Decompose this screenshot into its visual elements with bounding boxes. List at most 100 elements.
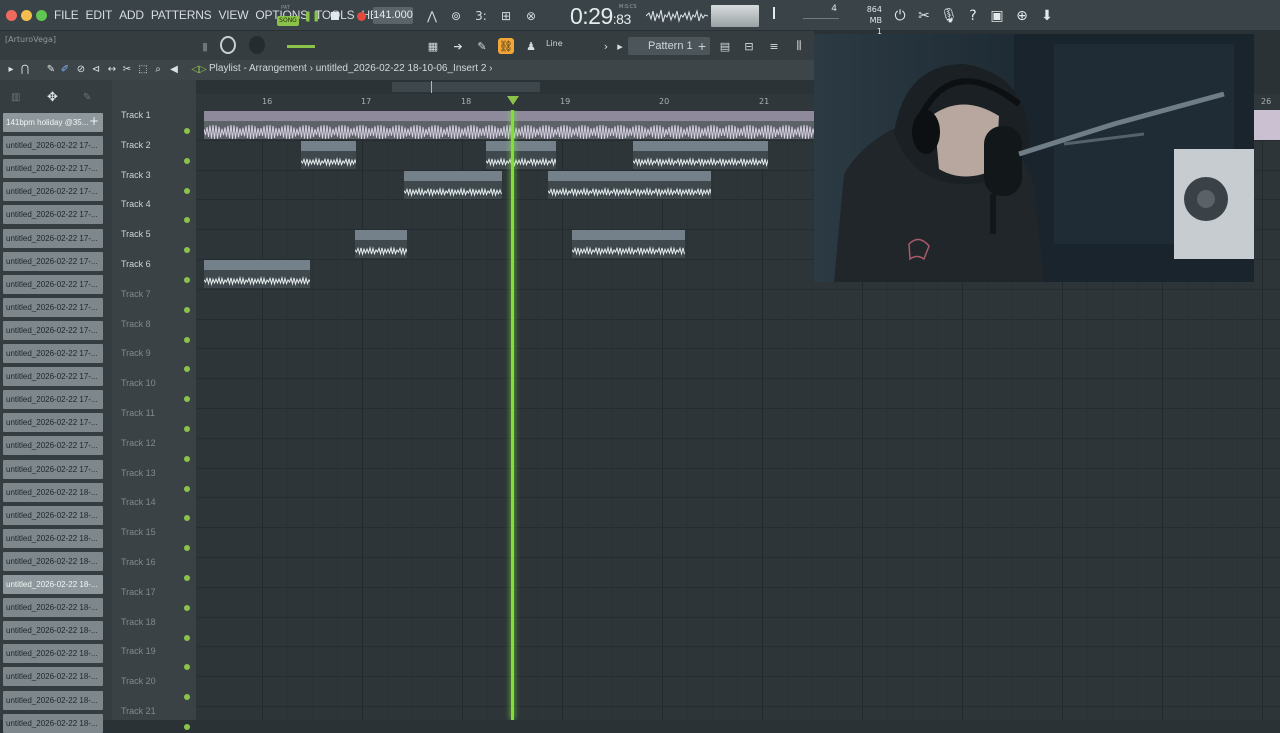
track-mute-led[interactable] (184, 545, 190, 552)
playlist-clip[interactable]: untitled_2026-02-22 18-10-06_Insert 2 (548, 171, 711, 199)
picker-item[interactable]: untitled_2026-02-22 18-... (3, 575, 103, 594)
stop-button[interactable] (325, 6, 345, 26)
mixer-button[interactable]: ≡ (766, 38, 782, 54)
track-mute-led[interactable] (184, 157, 190, 164)
track-label[interactable]: Track 1 (121, 110, 151, 120)
track-mute-led[interactable] (184, 128, 190, 134)
picker-item[interactable]: untitled_2026-02-22 18-... (3, 528, 103, 548)
playlist-clip[interactable]: untitled_2026-02-..8-14-03_Insert 2 (633, 141, 768, 169)
track-label[interactable]: Track 8 (121, 319, 151, 329)
playlist-button[interactable]: ▤ (717, 38, 733, 54)
track-mute-led[interactable] (184, 426, 190, 432)
help-button[interactable]: ? (963, 6, 983, 26)
picker-item[interactable]: untitled_2026-02-22 17-... (3, 159, 103, 179)
picker-item[interactable]: untitled_2026-02-22 17-... (3, 297, 103, 317)
blend-notes-button[interactable]: ⊗ (521, 6, 541, 26)
track-mute-led[interactable] (184, 217, 190, 224)
overview-strip[interactable] (196, 80, 814, 94)
playlist-clip[interactable]: untitled_2026-...7-51_Insert 2 (572, 230, 685, 258)
playlist-clip[interactable]: untitl..sert 2 (355, 230, 407, 258)
plugin-button[interactable]: ⊕ (1012, 6, 1032, 26)
picker-item[interactable]: 141bpm holiday @35... (3, 113, 103, 132)
picker-item[interactable]: untitled_2026-02-22 17-... (3, 136, 103, 156)
zoom-tool[interactable]: ⌕ (152, 63, 164, 76)
playlist-clip[interactable]: untitl...Insert 2 (486, 141, 556, 169)
picker-item[interactable]: untitled_2026-02-22 17-... (3, 274, 103, 294)
magnet-button[interactable]: ⋂ (19, 63, 31, 76)
menu-view[interactable]: VIEW (218, 8, 248, 22)
arrow-button[interactable]: ➔ (450, 38, 466, 54)
recovery-button[interactable]: ⏻ (890, 6, 910, 26)
track-mute-led[interactable] (184, 694, 190, 701)
picker-item[interactable]: untitled_2026-02-22 18-... (3, 667, 103, 687)
picker-item[interactable]: untitled_2026-02-22 18-... (3, 551, 103, 571)
track-label[interactable]: Track 15 (121, 527, 156, 537)
picker-item[interactable]: untitled_2026-02-22 18-... (3, 644, 103, 664)
close-window-button[interactable] (6, 10, 17, 21)
countdown-button[interactable]: 3: (471, 6, 491, 26)
picker-item[interactable]: untitled_2026-02-22 17-... (3, 459, 103, 479)
track-mute-led[interactable] (184, 724, 190, 730)
track-mute-led[interactable] (184, 247, 190, 254)
track-label[interactable]: Track 16 (121, 557, 156, 567)
wait-record-button[interactable]: ⊚ (446, 6, 466, 26)
track-label[interactable]: Track 9 (121, 348, 151, 358)
track-label[interactable]: Track 12 (121, 438, 156, 448)
draw-tool[interactable]: ✎ (45, 63, 57, 76)
overview-window[interactable] (392, 82, 540, 92)
master-vol-knob[interactable] (249, 36, 265, 54)
slice-tool[interactable]: ✂ (121, 63, 133, 76)
master-pitch-knob[interactable] (220, 36, 236, 54)
select-tool[interactable]: ⬚ (137, 63, 149, 76)
playlist-clip[interactable]: untitled_202...-04_Insert 2 (404, 171, 502, 199)
delete-tool[interactable]: ⊘ (75, 63, 87, 76)
metronome-button[interactable]: ⋀ (422, 6, 442, 26)
picker-item[interactable]: untitled_2026-02-22 17-... (3, 320, 103, 340)
track-label[interactable]: Track 14 (121, 497, 156, 507)
playlist-clip[interactable]: untitled_2026...2-00_Insert 2 (204, 260, 310, 288)
track-mute-led[interactable] (184, 277, 190, 283)
save-button[interactable]: ▣ (987, 6, 1007, 26)
picker-item[interactable]: untitled_2026-02-22 17-... (3, 390, 103, 410)
track-mute-led[interactable] (184, 485, 190, 492)
playlist-menu[interactable]: ◁▷ (191, 63, 206, 76)
tools-button[interactable]: ✂ (914, 6, 934, 26)
playback-tool[interactable]: ◀ (168, 63, 180, 76)
track-label[interactable]: Track 17 (121, 587, 156, 597)
pause-button[interactable]: ❚❚ (302, 6, 322, 26)
brush-button[interactable]: ✎ (474, 38, 490, 54)
snap-selector[interactable]: Line (546, 39, 563, 48)
track-label[interactable]: Track 7 (121, 289, 151, 299)
track-mute-led[interactable] (184, 366, 190, 373)
channel-rack-button[interactable]: ⊟ (741, 38, 757, 54)
menu-add[interactable]: ADD (119, 8, 144, 22)
track-label[interactable]: Track 4 (121, 199, 151, 209)
track-label[interactable]: Track 11 (121, 408, 155, 418)
playlist-clip[interactable]: untitl..sert 2 (301, 141, 356, 169)
picker-item[interactable]: untitled_2026-02-22 18-... (3, 598, 103, 618)
track-mute-led[interactable] (184, 575, 190, 581)
step-edit-button[interactable]: ⊞ (496, 6, 516, 26)
menu-patterns[interactable]: PATTERNS (151, 8, 212, 22)
picker-item[interactable]: untitled_2026-02-22 18-... (3, 713, 103, 733)
browser-button[interactable]: ⫼ (791, 38, 807, 54)
slip-tool[interactable]: ↔ (106, 63, 118, 76)
track-mute-led[interactable] (184, 634, 190, 641)
picker-item[interactable]: untitled_2026-02-22 17-... (3, 344, 103, 363)
picker-item[interactable]: untitled_2026-02-22 18-... (3, 621, 103, 641)
pat-song-toggle[interactable]: PAT SONG (277, 5, 299, 27)
track-mute-led[interactable] (184, 604, 190, 611)
picker-move-icon[interactable]: ✥ (47, 90, 58, 105)
master-slider[interactable] (284, 38, 318, 54)
picker-item[interactable]: untitled_2026-02-22 18-... (3, 482, 103, 502)
track-mute-led[interactable] (184, 306, 190, 313)
picker-item[interactable]: untitled_2026-02-22 17-... (3, 251, 103, 271)
timeline-ruler[interactable]: 16 17 18 19 20 21 (196, 94, 814, 110)
piano-roll-button[interactable]: ▦ (425, 38, 441, 54)
picker-item[interactable]: untitled_2026-02-22 18-... (3, 505, 103, 525)
picker-item[interactable]: untitled_2026-02-22 17-... (3, 228, 103, 248)
paint-tool[interactable]: ✐ (59, 63, 71, 76)
hint-button[interactable]: ▮ (197, 38, 213, 54)
picker-item[interactable]: untitled_2026-02-22 17-... (3, 182, 103, 202)
track-mute-led[interactable] (184, 187, 190, 194)
